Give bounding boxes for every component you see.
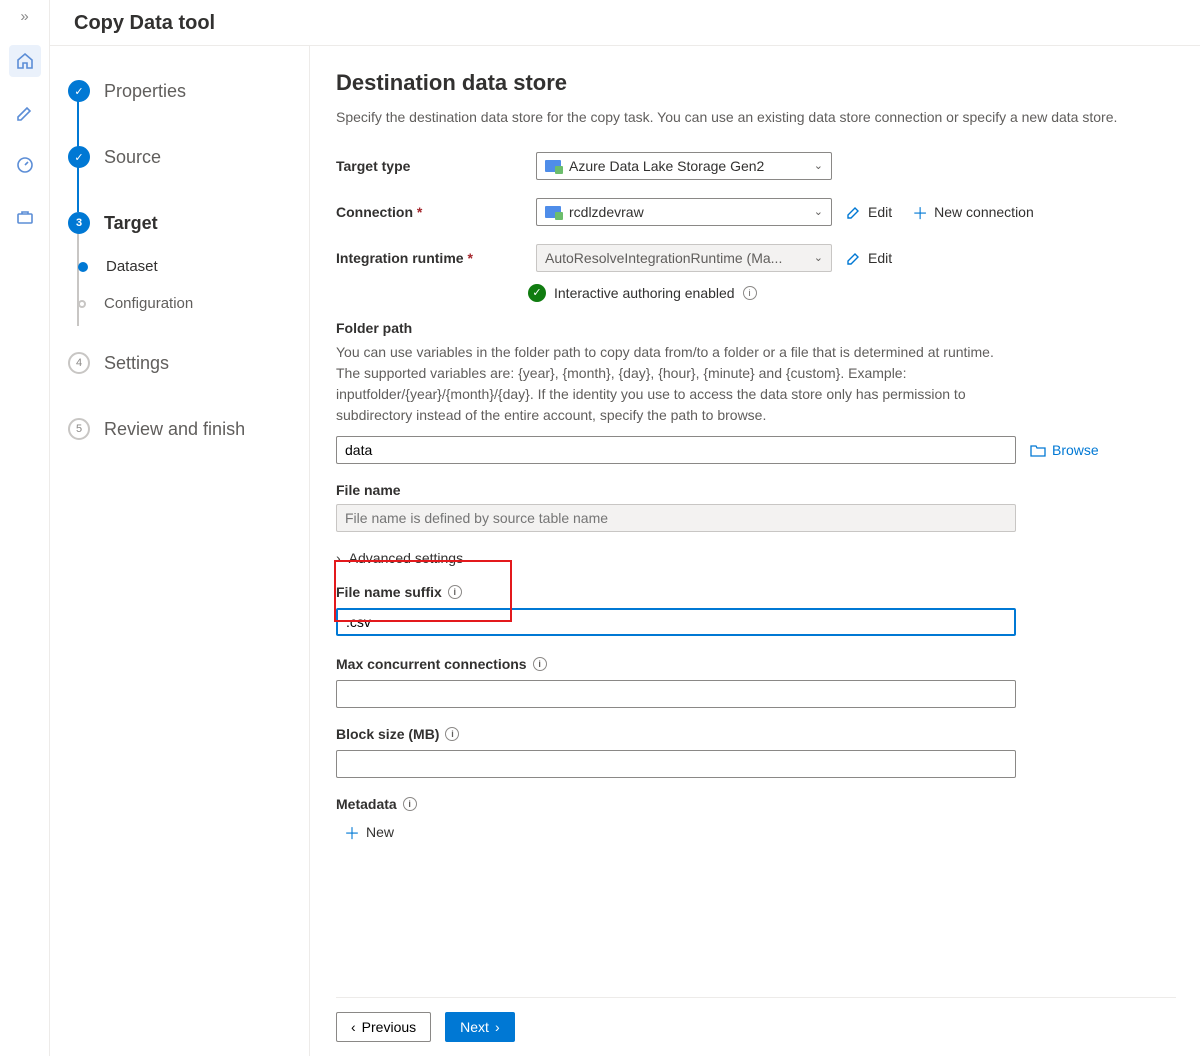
substep-dataset[interactable]: Dataset	[66, 258, 309, 275]
main: Copy Data tool ✓ Properties ✓ Source 3 T…	[50, 0, 1200, 1056]
home-icon[interactable]	[9, 45, 41, 77]
storage-service-icon	[545, 160, 561, 172]
form-panel: Destination data store Specify the desti…	[310, 46, 1200, 1056]
info-icon[interactable]: i	[533, 657, 547, 671]
info-icon[interactable]: i	[445, 727, 459, 741]
max-conn-label: Max concurrent connections i	[336, 656, 1176, 672]
form-subtitle: Specify the destination data store for t…	[336, 108, 1176, 128]
next-button[interactable]: Next ›	[445, 1012, 514, 1042]
step-number: 3	[68, 212, 90, 234]
pencil-icon	[846, 204, 862, 220]
edit-runtime-button[interactable]: Edit	[840, 250, 898, 266]
advanced-label: Advanced settings	[349, 550, 463, 566]
file-name-label: File name	[336, 482, 1176, 498]
check-icon: ✓	[68, 80, 90, 102]
file-name-input	[336, 504, 1016, 532]
step-label: Properties	[104, 81, 186, 102]
info-icon[interactable]: i	[448, 585, 462, 599]
step-source[interactable]: ✓ Source	[66, 140, 309, 174]
target-type-dropdown[interactable]: Azure Data Lake Storage Gen2 ⌄	[536, 152, 832, 180]
metadata-new-button[interactable]: ＋ New	[344, 820, 394, 844]
block-size-label: Block size (MB) i	[336, 726, 1176, 742]
pencil-icon	[846, 250, 862, 266]
metadata-label: Metadata i	[336, 796, 1176, 812]
status-text: Interactive authoring enabled	[554, 285, 735, 301]
step-target[interactable]: 3 Target	[66, 206, 309, 240]
icon-rail: »	[0, 0, 50, 1056]
row-file-name	[336, 504, 1176, 532]
step-label: Source	[104, 147, 161, 168]
folder-path-input[interactable]	[336, 436, 1016, 464]
substep-label: Dataset	[106, 258, 158, 275]
runtime-dropdown[interactable]: AutoResolveIntegrationRuntime (Ma... ⌄	[536, 244, 832, 272]
connection-dropdown[interactable]: rcdlzdevraw ⌄	[536, 198, 832, 226]
suffix-label: File name suffix i	[336, 584, 1176, 600]
storage-service-icon	[545, 206, 561, 218]
block-size-input[interactable]	[336, 750, 1016, 778]
steps-panel: ✓ Properties ✓ Source 3 Target Dataset	[50, 46, 310, 1056]
info-icon[interactable]: i	[403, 797, 417, 811]
substep-dot-icon	[78, 300, 86, 308]
file-suffix-input[interactable]	[336, 608, 1016, 636]
target-type-label: Target type	[336, 158, 528, 174]
monitor-gauge-icon[interactable]	[9, 149, 41, 181]
expand-rail-icon[interactable]: »	[20, 8, 28, 25]
plus-icon: ＋	[344, 820, 360, 844]
advanced-settings-toggle[interactable]: › Advanced settings	[336, 550, 1176, 566]
folder-path-label: Folder path	[336, 320, 1176, 336]
browse-button[interactable]: Browse	[1030, 442, 1099, 458]
substep-label: Configuration	[104, 295, 193, 312]
previous-button[interactable]: ‹ Previous	[336, 1012, 431, 1042]
form-heading: Destination data store	[336, 70, 1176, 96]
row-integration-runtime: Integration runtime * AutoResolveIntegra…	[336, 244, 1176, 272]
page-title: Copy Data tool	[50, 0, 1200, 46]
content: ✓ Properties ✓ Source 3 Target Dataset	[50, 46, 1200, 1056]
dropdown-value: Azure Data Lake Storage Gen2	[569, 158, 806, 174]
footer: ‹ Previous Next ›	[336, 997, 1176, 1056]
new-connection-button[interactable]: ＋ New connection	[906, 200, 1040, 224]
step-label: Target	[104, 213, 158, 234]
chevron-right-icon: ›	[495, 1019, 500, 1035]
step-label: Settings	[104, 353, 169, 374]
step-number: 5	[68, 418, 90, 440]
dropdown-value: rcdlzdevraw	[569, 204, 806, 220]
dropdown-value: AutoResolveIntegrationRuntime (Ma...	[545, 250, 806, 266]
author-pencil-icon[interactable]	[9, 97, 41, 129]
chevron-down-icon: ⌄	[814, 251, 823, 264]
plus-icon: ＋	[912, 200, 928, 224]
chevron-right-icon: ›	[336, 550, 341, 566]
substep-configuration[interactable]: Configuration	[66, 295, 309, 312]
runtime-label: Integration runtime *	[336, 250, 528, 266]
chevron-left-icon: ‹	[351, 1019, 356, 1035]
row-target-type: Target type Azure Data Lake Storage Gen2…	[336, 152, 1176, 180]
check-circle-icon: ✓	[528, 284, 546, 302]
step-number: 4	[68, 352, 90, 374]
interactive-status: ✓ Interactive authoring enabled i	[528, 284, 1176, 302]
step-settings[interactable]: 4 Settings	[66, 346, 309, 380]
connection-label: Connection *	[336, 204, 528, 220]
row-folder-path: Browse	[336, 436, 1176, 464]
folder-help-text: You can use variables in the folder path…	[336, 342, 1016, 426]
step-review[interactable]: 5 Review and finish	[66, 412, 309, 446]
info-icon[interactable]: i	[743, 286, 757, 300]
row-connection: Connection * rcdlzdevraw ⌄ Edit ＋ New co…	[336, 198, 1176, 226]
step-properties[interactable]: ✓ Properties	[66, 74, 309, 108]
chevron-down-icon: ⌄	[814, 205, 823, 218]
substep-dot-icon	[78, 262, 88, 272]
step-label: Review and finish	[104, 419, 245, 440]
manage-toolbox-icon[interactable]	[9, 201, 41, 233]
folder-icon	[1030, 443, 1046, 457]
edit-connection-button[interactable]: Edit	[840, 204, 898, 220]
chevron-down-icon: ⌄	[814, 159, 823, 172]
max-connections-input[interactable]	[336, 680, 1016, 708]
check-icon: ✓	[68, 146, 90, 168]
